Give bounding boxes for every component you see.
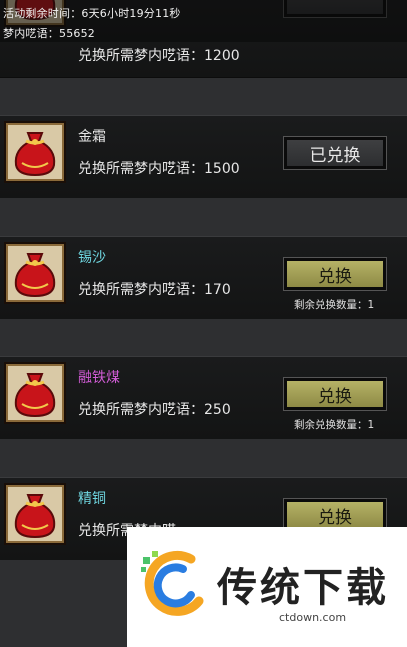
remaining-count: 剩余兑换数量：1 [294, 299, 375, 311]
event-header: 活动剩余时间：6天6小时19分11秒 梦内呓语：55652 [0, 0, 407, 42]
item-name: 金霜 [78, 129, 106, 145]
red-lucky-bag-icon [4, 242, 66, 304]
watermark-url: ctdown.com [279, 611, 347, 624]
item-cost: 兑换所需梦内呓语：250 [78, 402, 231, 418]
list-item: 锡沙 兑换所需梦内呓语：170 兑换 剩余兑换数量：1 [0, 236, 407, 320]
list-item: 融铁煤 兑换所需梦内呓语：250 兑换 剩余兑换数量：1 [0, 356, 407, 440]
red-lucky-bag-icon [4, 362, 66, 424]
exchange-button[interactable]: 兑换 [283, 377, 387, 411]
item-name: 锡沙 [78, 250, 106, 266]
event-time-remaining: 活动剩余时间：6天6小时19分11秒 [3, 7, 181, 20]
item-cost: 兑换所需梦内呓语：1200 [78, 48, 240, 64]
list-item: 金霜 兑换所需梦内呓语：1500 已兑换 [0, 115, 407, 199]
item-name: 精铜 [78, 491, 106, 507]
ctdown-logo-icon [141, 550, 204, 616]
currency-balance: 梦内呓语：55652 [3, 27, 95, 40]
remaining-count: 剩余兑换数量：1 [294, 419, 375, 431]
watermark-brand: 传统下载 [217, 565, 389, 611]
exchanged-button[interactable]: 已兑换 [283, 136, 387, 170]
item-name: 融铁煤 [78, 370, 120, 386]
watermark: 传统下载 ctdown.com [127, 527, 407, 647]
red-lucky-bag-icon [4, 121, 66, 183]
exchange-button[interactable]: 兑换 [283, 257, 387, 291]
item-cost: 兑换所需梦内呓语：1500 [78, 161, 240, 177]
item-cost: 兑换所需梦内呓语：170 [78, 282, 231, 298]
red-lucky-bag-icon [4, 483, 66, 545]
